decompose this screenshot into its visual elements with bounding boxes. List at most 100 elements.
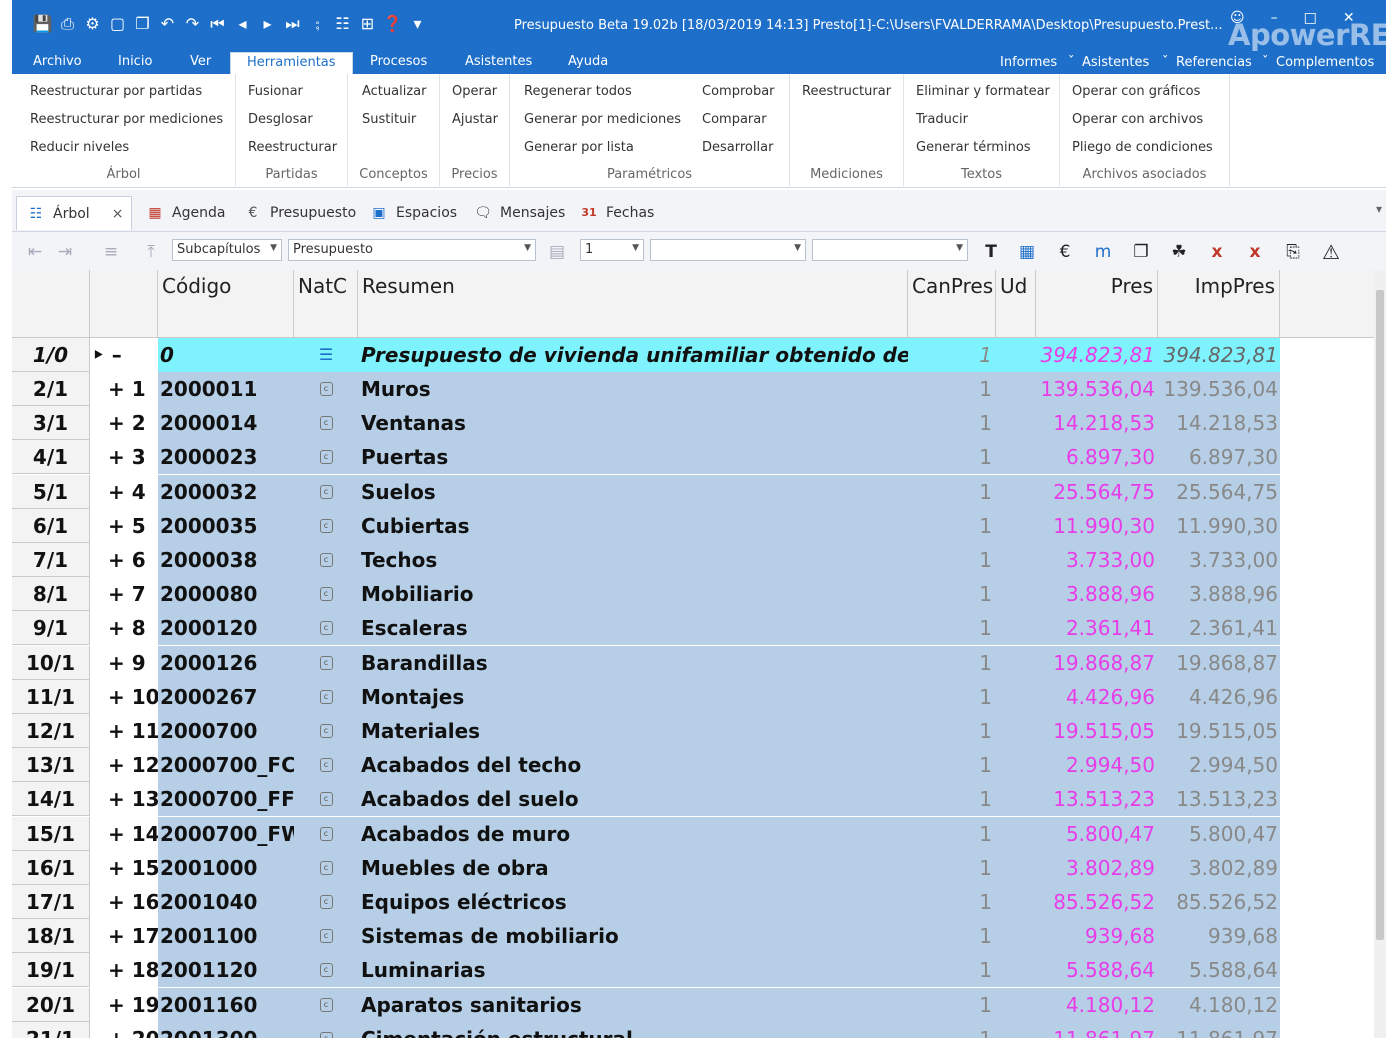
tree-toggle[interactable]: + 2 [90,406,158,441]
table-row[interactable]: 19/1 + 18 2001120 c Luminarias 1 5.588,64 5.588… [12,953,1280,988]
grid-view-icon[interactable]: ▦ [1014,240,1040,264]
tree-toggle[interactable]: ‣ – [90,338,158,372]
operar-con-archivos-button[interactable]: Operar con archivos [1072,112,1203,127]
number-select[interactable]: 1 ▼ [580,239,644,261]
operar-button[interactable]: Operar [452,84,497,99]
comprobar-button[interactable]: Comprobar [702,84,775,99]
reestructurar-por-partidas-button[interactable]: Reestructurar por partidas [30,84,202,99]
table-row[interactable]: 8/1 + 7 2000080 c Mobiliario 1 3.888,96 3.888,9… [12,577,1280,612]
reestructurar-por-mediciones-button[interactable]: Reestructurar por mediciones [30,112,223,127]
table-icon[interactable]: ▤ [544,240,570,264]
operar-con-graficos-button[interactable]: Operar con gráficos [1072,84,1200,99]
tree-toggle[interactable]: + 20 [90,1021,158,1038]
menu-complementos[interactable]: Complementos [1276,55,1374,70]
eliminar-y-formatear-button[interactable]: Eliminar y formatear [916,84,1050,99]
table-row[interactable]: 18/1 + 17 2001100 c Sistemas de mobiliario 1 9… [12,919,1280,954]
header-codigo[interactable]: Código [158,270,294,338]
clipboard-icon[interactable]: ⎘ [1280,240,1306,264]
header-natc[interactable]: NatC [294,270,358,338]
dropdown-icon[interactable]: ▾ [405,12,430,36]
table-row-root[interactable]: 1/0 ‣ – 0 ☰ Presupuesto de vivienda unif… [12,338,1280,372]
pliego-de-condiciones-button[interactable]: Pliego de condiciones [1072,140,1213,155]
delete-row-icon[interactable]: x [1242,240,1268,264]
euro-icon[interactable]: € [1052,240,1078,264]
tab-agenda[interactable]: ▦ Agenda [144,200,225,226]
fusionar-button[interactable]: Fusionar [248,84,303,99]
header-pres[interactable]: Pres [1036,270,1158,338]
insert-row-icon[interactable]: ⤒ [138,240,164,264]
tree-toggle[interactable]: + 5 [90,508,158,543]
table-row[interactable]: 17/1 + 16 2001040 c Equipos eléctricos 1 85.52… [12,885,1280,919]
header-canpres[interactable]: CanPres [908,270,996,338]
table-row[interactable]: 3/1 + 2 2000014 c Ventanas 1 14.218,53 14.218,5… [12,406,1280,441]
tree-toggle[interactable]: + 11 [90,714,158,748]
tree-toggle[interactable]: + 16 [90,885,158,919]
layers-icon[interactable]: ❐ [1128,240,1154,264]
table-row[interactable]: 16/1 + 15 2001000 c Muebles de obra 1 3.802,89… [12,850,1280,885]
chevron-down-icon[interactable]: ˇ [1262,55,1269,70]
tree-toggle[interactable]: + 1 [90,372,158,406]
scrollbar-thumb[interactable] [1376,290,1384,940]
tab-espacios[interactable]: ▣ Espacios [368,200,457,226]
tree-toggle[interactable]: + 17 [90,919,158,954]
tab-presupuesto[interactable]: € Presupuesto [242,200,357,226]
next-icon[interactable]: ▸ [255,12,280,36]
menu-herramientas[interactable]: Herramientas [230,52,353,74]
tree-toggle[interactable]: + 15 [90,850,158,885]
table-row[interactable]: 9/1 + 8 2000120 c Escaleras 1 2.361,41 2.361,41 [12,611,1280,646]
align-icon[interactable]: ≡ [98,240,124,264]
desarrollar-button[interactable]: Desarrollar [702,140,773,155]
copy-icon[interactable]: ❐ [130,12,155,36]
vertical-scrollbar[interactable] [1374,270,1386,1038]
chevron-down-icon[interactable]: ˇ [1068,55,1075,70]
menu-informes[interactable]: Informes [1000,55,1057,70]
reestructurar-mediciones-button[interactable]: Reestructurar [802,84,891,99]
chart-icon[interactable]: ☷ [330,12,355,36]
tab-fechas[interactable]: 31 Fechas [578,200,654,226]
prev-icon[interactable]: ◂ [230,12,255,36]
table-row[interactable]: 14/1 + 13 2000700_FF c Acabados del suelo 1 13… [12,782,1280,817]
table-row[interactable]: 11/1 + 10 2000267 c Montajes 1 4.426,96 4.426,9… [12,679,1280,714]
tree-toggle[interactable]: + 3 [90,440,158,475]
tabs-dropdown-icon[interactable]: ▾ [1376,202,1382,216]
menu-asistentes-right[interactable]: Asistentes [1082,55,1149,70]
tree-toggle[interactable]: + 7 [90,577,158,612]
filter-select-1[interactable]: ▼ [650,239,806,261]
tree-toggle[interactable]: + 8 [90,611,158,646]
warning-icon[interactable]: ⚠ [1318,240,1344,264]
tree-toggle[interactable]: + 4 [90,474,158,509]
tree-toggle[interactable]: + 18 [90,953,158,988]
tab-mensajes[interactable]: 🗨 Mensajes [472,200,565,226]
generar-por-mediciones-button[interactable]: Generar por mediciones [524,112,681,127]
header-resumen[interactable]: Resumen [358,270,908,338]
help-icon[interactable]: ❓ [380,12,405,36]
desglosar-button[interactable]: Desglosar [248,112,313,127]
last-icon[interactable]: ⏭ [280,12,305,36]
text-icon[interactable]: T [978,240,1004,264]
reestructurar-partidas-button[interactable]: Reestructurar [248,140,337,155]
generar-terminos-button[interactable]: Generar términos [916,140,1031,155]
chevron-down-icon[interactable]: ˇ [1162,55,1169,70]
tree-toggle[interactable]: + 10 [90,679,158,714]
filter-icon[interactable]: ⨟ [305,12,330,36]
header-imppres[interactable]: ImpPres [1158,270,1280,338]
hierarchy-icon[interactable]: ☘ [1166,240,1192,264]
menu-archivo[interactable]: Archivo [33,54,82,69]
indent-right-icon[interactable]: ⇥ [52,240,78,264]
menu-ayuda[interactable]: Ayuda [568,54,608,69]
menu-referencias[interactable]: Referencias [1176,55,1252,70]
view-select[interactable]: Presupuesto ▼ [288,239,536,261]
level-select[interactable]: Subcapítulos ▼ [172,239,282,261]
redo-icon[interactable]: ↷ [180,12,205,36]
tree-toggle[interactable]: + 14 [90,816,158,851]
menu-procesos[interactable]: Procesos [370,54,427,69]
tree-toggle[interactable]: + 19 [90,987,158,1022]
close-icon[interactable]: × [112,206,124,222]
filter-select-2[interactable]: ▼ [812,239,968,261]
table-row[interactable]: 12/1 + 11 2000700 c Materiales 1 19.515,05 19.5… [12,714,1280,748]
print-icon[interactable]: ⎙ [55,12,80,36]
traducir-button[interactable]: Traducir [916,112,968,127]
comparar-button[interactable]: Comparar [702,112,767,127]
table-row[interactable]: 15/1 + 14 2000700_FW c Acabados de muro 1 5.80… [12,816,1280,851]
tree-toggle[interactable]: + 13 [90,782,158,817]
